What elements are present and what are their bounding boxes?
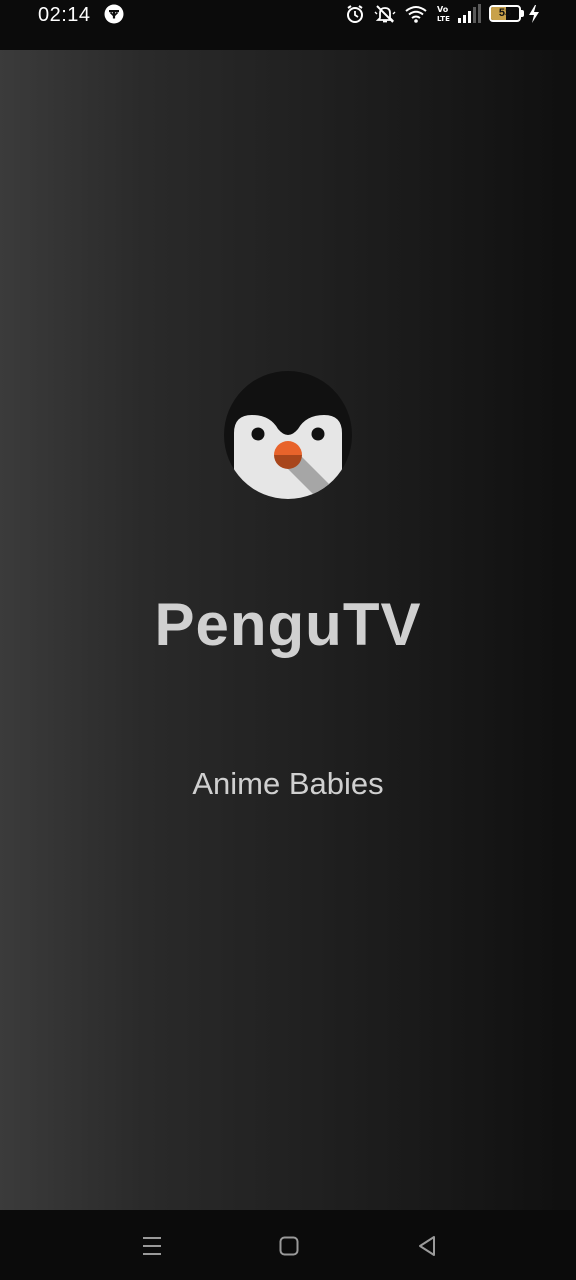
signal-icon: [456, 4, 482, 24]
vpn-key-icon: [103, 4, 125, 24]
app-subtitle: Anime Babies: [192, 766, 384, 801]
wifi-icon: [404, 4, 428, 24]
navigation-bar: [0, 1210, 576, 1280]
penguin-icon: [224, 371, 352, 499]
svg-text:LTE: LTE: [437, 15, 450, 23]
battery-icon: 53: [489, 5, 521, 22]
splash-screen: 02:14 Vo LTE 53 PenguTV Anime Babies: [0, 0, 576, 1280]
back-icon[interactable]: [413, 1232, 441, 1260]
home-icon[interactable]: [275, 1232, 303, 1260]
svg-text:Vo: Vo: [437, 5, 449, 14]
status-time: 02:14: [38, 4, 91, 26]
splash-content: PenguTV Anime Babies: [0, 50, 576, 1210]
charging-icon: [527, 4, 541, 24]
menu-icon[interactable]: [138, 1232, 166, 1260]
volte-icon: Vo LTE: [436, 4, 450, 24]
status-bar: 02:14 Vo LTE 53: [0, 0, 576, 50]
battery-level: 53: [498, 7, 512, 19]
alarm-icon: [345, 4, 365, 24]
app-title: PenguTV: [154, 591, 422, 658]
battery-tip: [521, 10, 524, 17]
mute-icon: [373, 4, 397, 24]
